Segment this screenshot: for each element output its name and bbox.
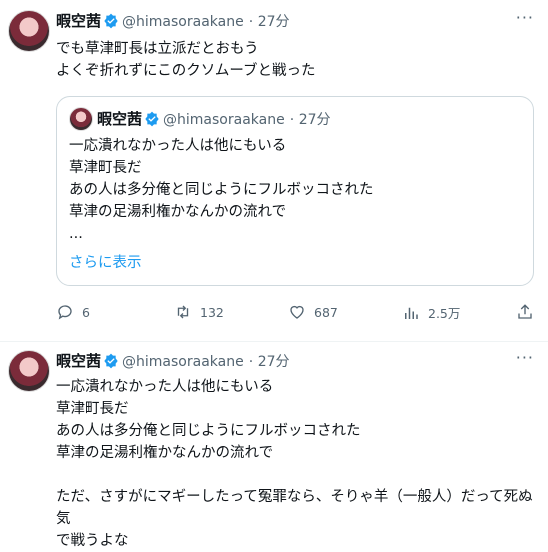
tweet-text: 一応潰れなかった人は他にもいる 草津町長だ あの人は多分俺と同じようにフルボッコ… <box>56 379 533 549</box>
retweet-count: 132 <box>200 304 224 320</box>
tweet-2[interactable]: 暇空茜 @himasoraakane · 27分 ··· 一応潰れなかった人は他に… <box>0 342 548 549</box>
tweet-header: 暇空茜 @himasoraakane · 27分 <box>56 350 290 371</box>
avatar[interactable] <box>8 350 50 392</box>
quote-tweet[interactable]: 暇空茜 @himasoraakane · 27分 一応潰れなかった人は他にもいる … <box>56 96 534 286</box>
quote-handle: @himasoraakane <box>163 112 285 128</box>
quote-avatar <box>69 107 93 131</box>
like-count: 687 <box>314 304 338 320</box>
views-button[interactable]: 2.5万 <box>402 303 460 322</box>
tweet-text: でも草津町長は立派だとおもう よくぞ折れずにこのクソムーブと戦った <box>56 41 316 79</box>
tweet-1[interactable]: 暇空茜 @himasoraakane · 27分 ··· でも草津町長は立派だとお… <box>0 0 548 341</box>
quote-text: 一応潰れなかった人は他にもいる 草津町長だ あの人は多分俺と同じようにフルボッコ… <box>69 138 374 242</box>
show-more-link[interactable]: さらに表示 <box>69 252 142 274</box>
verified-badge-icon <box>104 13 118 29</box>
quote-display-name: 暇空茜 <box>97 110 143 128</box>
share-button[interactable] <box>516 303 542 321</box>
timestamp[interactable]: · 27分 <box>249 354 290 370</box>
share-icon <box>518 304 532 319</box>
verified-badge-icon <box>145 111 159 127</box>
quote-header: 暇空茜 @himasoraakane · 27分 <box>97 108 331 129</box>
views-count: 2.5万 <box>428 306 461 321</box>
retweet-icon <box>177 305 189 319</box>
more-icon[interactable]: ··· <box>516 8 534 27</box>
reply-icon <box>58 305 72 320</box>
handle[interactable]: @himasoraakane <box>122 354 244 370</box>
timestamp[interactable]: · 27分 <box>249 14 290 30</box>
display-name[interactable]: 暇空茜 <box>56 12 101 30</box>
reply-count: 6 <box>82 304 90 320</box>
more-icon[interactable]: ··· <box>516 348 534 367</box>
action-bar: 6 132 687 2.5万 <box>56 303 540 323</box>
quote-timestamp: · 27分 <box>289 112 331 128</box>
handle[interactable]: @himasoraakane <box>122 14 244 30</box>
tweet-header: 暇空茜 @himasoraakane · 27分 <box>56 10 290 31</box>
views-icon <box>405 307 418 319</box>
like-icon <box>290 305 304 319</box>
reply-button[interactable]: 6 <box>56 303 90 321</box>
retweet-button[interactable]: 132 <box>174 303 224 321</box>
verified-badge-icon <box>104 353 118 369</box>
avatar[interactable] <box>8 10 50 52</box>
like-button[interactable]: 687 <box>288 303 338 321</box>
display-name[interactable]: 暇空茜 <box>56 352 101 370</box>
